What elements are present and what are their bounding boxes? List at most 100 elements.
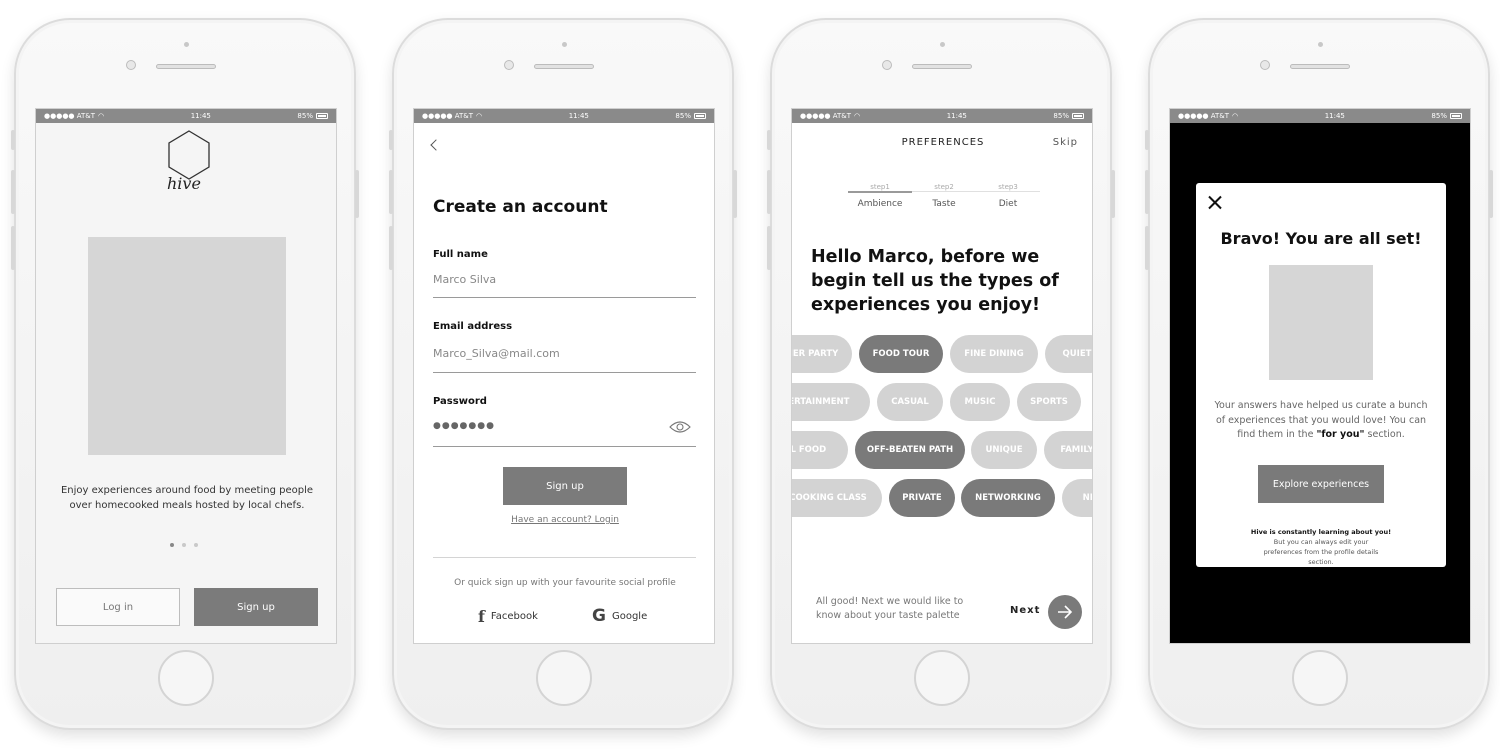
greeting-heading: Hello Marco, before we begin tell us the… <box>811 247 1059 315</box>
step-number: step3 <box>998 183 1018 191</box>
tag-pill[interactable]: CASUAL <box>877 383 943 421</box>
tag-pill[interactable]: COOKING CLASS <box>792 479 882 517</box>
home-button[interactable] <box>536 650 592 706</box>
tag-pill[interactable]: FOOD TOUR <box>859 335 943 373</box>
mute-switch <box>389 130 393 150</box>
power-button <box>733 170 737 218</box>
step-number: step2 <box>934 183 954 191</box>
volume-down-button <box>11 226 15 270</box>
mute-switch <box>11 130 15 150</box>
signup-button[interactable]: Sign up <box>503 467 627 505</box>
next-step-hint: All good! Next we would like to know abo… <box>816 596 964 621</box>
wifi-icon: ◠ <box>98 112 105 120</box>
page-indicator[interactable] <box>170 543 198 547</box>
battery-icon <box>1449 113 1462 119</box>
tag-pill[interactable]: NETWORKING <box>961 479 1055 517</box>
skip-button[interactable]: Skip <box>1053 137 1078 148</box>
home-button[interactable] <box>914 650 970 706</box>
tag-pill[interactable]: NET <box>1062 479 1092 517</box>
create-account-screen: ●●●●● AT&T ◠ 11:45 85% Create an account … <box>413 108 715 644</box>
hero-image-placeholder <box>88 237 286 455</box>
facebook-signup[interactable]: f Facebook <box>478 607 538 626</box>
phone-frame-preferences: ●●●●● AT&T ◠ 11:45 85% PREFERENCES Skip s… <box>767 18 1115 730</box>
battery-percent: 85% <box>1053 112 1069 120</box>
section-divider <box>433 557 696 558</box>
page-dot-2[interactable] <box>182 543 186 547</box>
volume-down-button <box>767 226 771 270</box>
proximity-sensor <box>940 42 945 47</box>
arrow-right-icon <box>1058 605 1073 619</box>
next-button[interactable] <box>1048 595 1082 629</box>
password-underline <box>433 446 696 447</box>
tag-pill[interactable]: MUSIC <box>950 383 1010 421</box>
phone-frame-onboarding: ●●●●● AT&T ◠ 11:45 85% hive Enjoy experie… <box>11 18 359 730</box>
wifi-icon: ◠ <box>476 112 483 120</box>
status-bar: ●●●●● AT&T ◠ 11:45 85% <box>792 109 1092 123</box>
full-name-input[interactable]: Marco Silva <box>433 273 496 286</box>
home-button[interactable] <box>158 650 214 706</box>
tag-pill[interactable]: UNIQUE <box>971 431 1037 469</box>
tag-pill[interactable]: SPORTS <box>1017 383 1081 421</box>
email-underline <box>433 372 696 373</box>
front-camera <box>882 60 892 70</box>
step-ambience[interactable]: step1 Ambience <box>848 183 912 209</box>
footnote-text: But you can always edit your preferences… <box>1263 538 1379 566</box>
show-password-eye-icon[interactable] <box>669 420 691 434</box>
proximity-sensor <box>562 42 567 47</box>
page-dot-1[interactable] <box>170 543 174 547</box>
page-dot-3[interactable] <box>194 543 198 547</box>
carrier-label: ●●●●● AT&T <box>1178 112 1230 120</box>
google-signup[interactable]: G Google <box>592 606 647 626</box>
status-time: 11:45 <box>568 112 589 120</box>
tag-pill[interactable]: TERTAINMENT <box>792 383 870 421</box>
volume-down-button <box>1145 226 1149 270</box>
tag-pill[interactable]: FINE DINING <box>950 335 1038 373</box>
modal-image-placeholder <box>1269 265 1373 380</box>
wifi-icon: ◠ <box>1232 112 1239 120</box>
google-icon: G <box>592 606 606 626</box>
carrier-label: ●●●●● AT&T <box>44 112 96 120</box>
login-button[interactable]: Log in <box>56 588 180 626</box>
step-diet[interactable]: step3 Diet <box>976 183 1040 209</box>
tag-pill[interactable]: NER PARTY <box>792 335 852 373</box>
earpiece-speaker <box>534 64 594 69</box>
social-signup-note: Or quick sign up with your favourite soc… <box>454 578 676 588</box>
mute-switch <box>1145 130 1149 150</box>
full-name-underline <box>433 297 696 298</box>
volume-down-button <box>389 226 393 270</box>
status-bar: ●●●●● AT&T ◠ 11:45 85% <box>414 109 714 123</box>
step-taste[interactable]: step2 Taste <box>912 183 976 209</box>
tag-pill[interactable]: FAMILY <box>1044 431 1092 469</box>
facebook-label: Facebook <box>490 611 538 622</box>
tag-pill[interactable]: QUIET <box>1045 335 1092 373</box>
status-time: 11:45 <box>190 112 211 120</box>
email-input[interactable]: Marco_Silva@mail.com <box>433 347 560 360</box>
back-chevron-icon[interactable] <box>430 139 442 151</box>
password-input[interactable]: ●●●●●●● <box>433 421 495 431</box>
password-label: Password <box>433 396 487 407</box>
page-title: PREFERENCES <box>901 137 985 148</box>
login-link[interactable]: Have an account? Login <box>414 515 714 525</box>
battery-percent: 85% <box>297 112 313 120</box>
google-label: Google <box>611 610 648 622</box>
power-button <box>1111 170 1115 218</box>
facebook-icon: f <box>478 607 485 626</box>
modal-title: Bravo! You are all set! <box>1220 229 1422 248</box>
status-time: 11:45 <box>1324 112 1345 120</box>
power-button <box>355 170 359 218</box>
preferences-screen: ●●●●● AT&T ◠ 11:45 85% PREFERENCES Skip s… <box>791 108 1093 644</box>
experience-tag-cloud: NER PARTY FOOD TOUR FINE DINING QUIET TE… <box>792 335 1092 535</box>
success-screen: ●●●●● AT&T ◠ 11:45 85% Bravo! You are all… <box>1169 108 1471 644</box>
explore-experiences-button[interactable]: Explore experiences <box>1258 465 1384 503</box>
tag-pill[interactable]: AL FOOD <box>792 431 848 469</box>
battery-percent: 85% <box>1431 112 1447 120</box>
front-camera <box>504 60 514 70</box>
signup-button[interactable]: Sign up <box>194 588 318 626</box>
wifi-icon: ◠ <box>854 112 861 120</box>
tag-pill[interactable]: OFF-BEATEN PATH <box>855 431 965 469</box>
next-label[interactable]: Next <box>1010 605 1040 616</box>
onboarding-description: Enjoy experiences around food by meeting… <box>60 485 314 511</box>
home-button[interactable] <box>1292 650 1348 706</box>
close-icon[interactable] <box>1208 195 1222 209</box>
tag-pill[interactable]: PRIVATE <box>889 479 955 517</box>
